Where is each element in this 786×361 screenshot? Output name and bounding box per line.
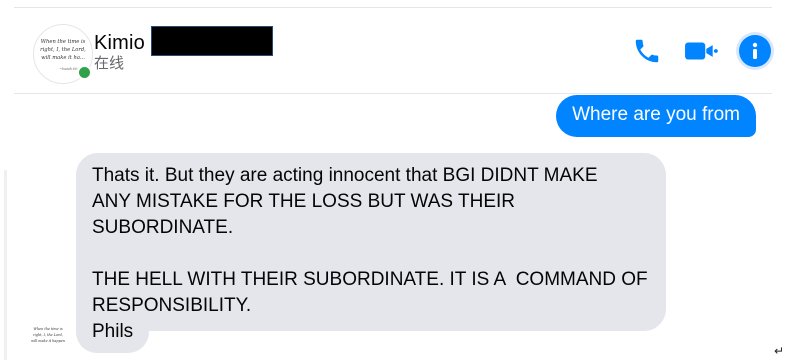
- conversation-info-button[interactable]: [738, 34, 772, 68]
- message-text: Where are you from: [572, 104, 740, 125]
- video-camera-icon: [685, 42, 718, 60]
- avatar-caption-line: will make it ha...: [41, 55, 85, 61]
- redacted-name-block: [151, 26, 274, 56]
- mini-avatar-caption-line: When the time is: [33, 327, 62, 331]
- chat-header: When the time is right, I, the Lord, wil…: [14, 8, 772, 94]
- mini-avatar-caption-line: will make it happen: [31, 339, 65, 343]
- avatar-caption-line: right, I, the Lord,: [40, 47, 86, 53]
- info-icon: [739, 35, 771, 67]
- message-text: Thats it. But they are acting innocent t…: [92, 165, 648, 316]
- phone-icon: [635, 39, 659, 63]
- sender-avatar-art: When the time is right, I, the Lord, wil…: [31, 327, 65, 343]
- message-text: Phils: [92, 321, 134, 342]
- incoming-message[interactable]: Phils: [76, 311, 150, 353]
- online-status-dot: [77, 65, 92, 80]
- outgoing-message[interactable]: Where are you from: [556, 95, 756, 137]
- return-arrow-icon: ↵: [773, 344, 784, 358]
- contact-avatar[interactable]: When the time is right, I, the Lord, wil…: [33, 24, 93, 84]
- avatar-caption-line: When the time is: [41, 39, 86, 45]
- mini-avatar-caption-line: right, I, the Lord,: [33, 333, 63, 337]
- chat-window: When the time is right, I, the Lord, wil…: [0, 0, 786, 361]
- online-status-text: 在线: [94, 55, 125, 72]
- header-actions: [630, 34, 772, 68]
- incoming-message[interactable]: Thats it. But they are acting innocent t…: [76, 153, 666, 331]
- sender-avatar[interactable]: When the time is right, I, the Lord, wil…: [30, 320, 66, 356]
- voice-call-button[interactable]: [630, 34, 664, 68]
- scrollbar-track[interactable]: [4, 170, 7, 360]
- video-call-button[interactable]: [684, 34, 718, 68]
